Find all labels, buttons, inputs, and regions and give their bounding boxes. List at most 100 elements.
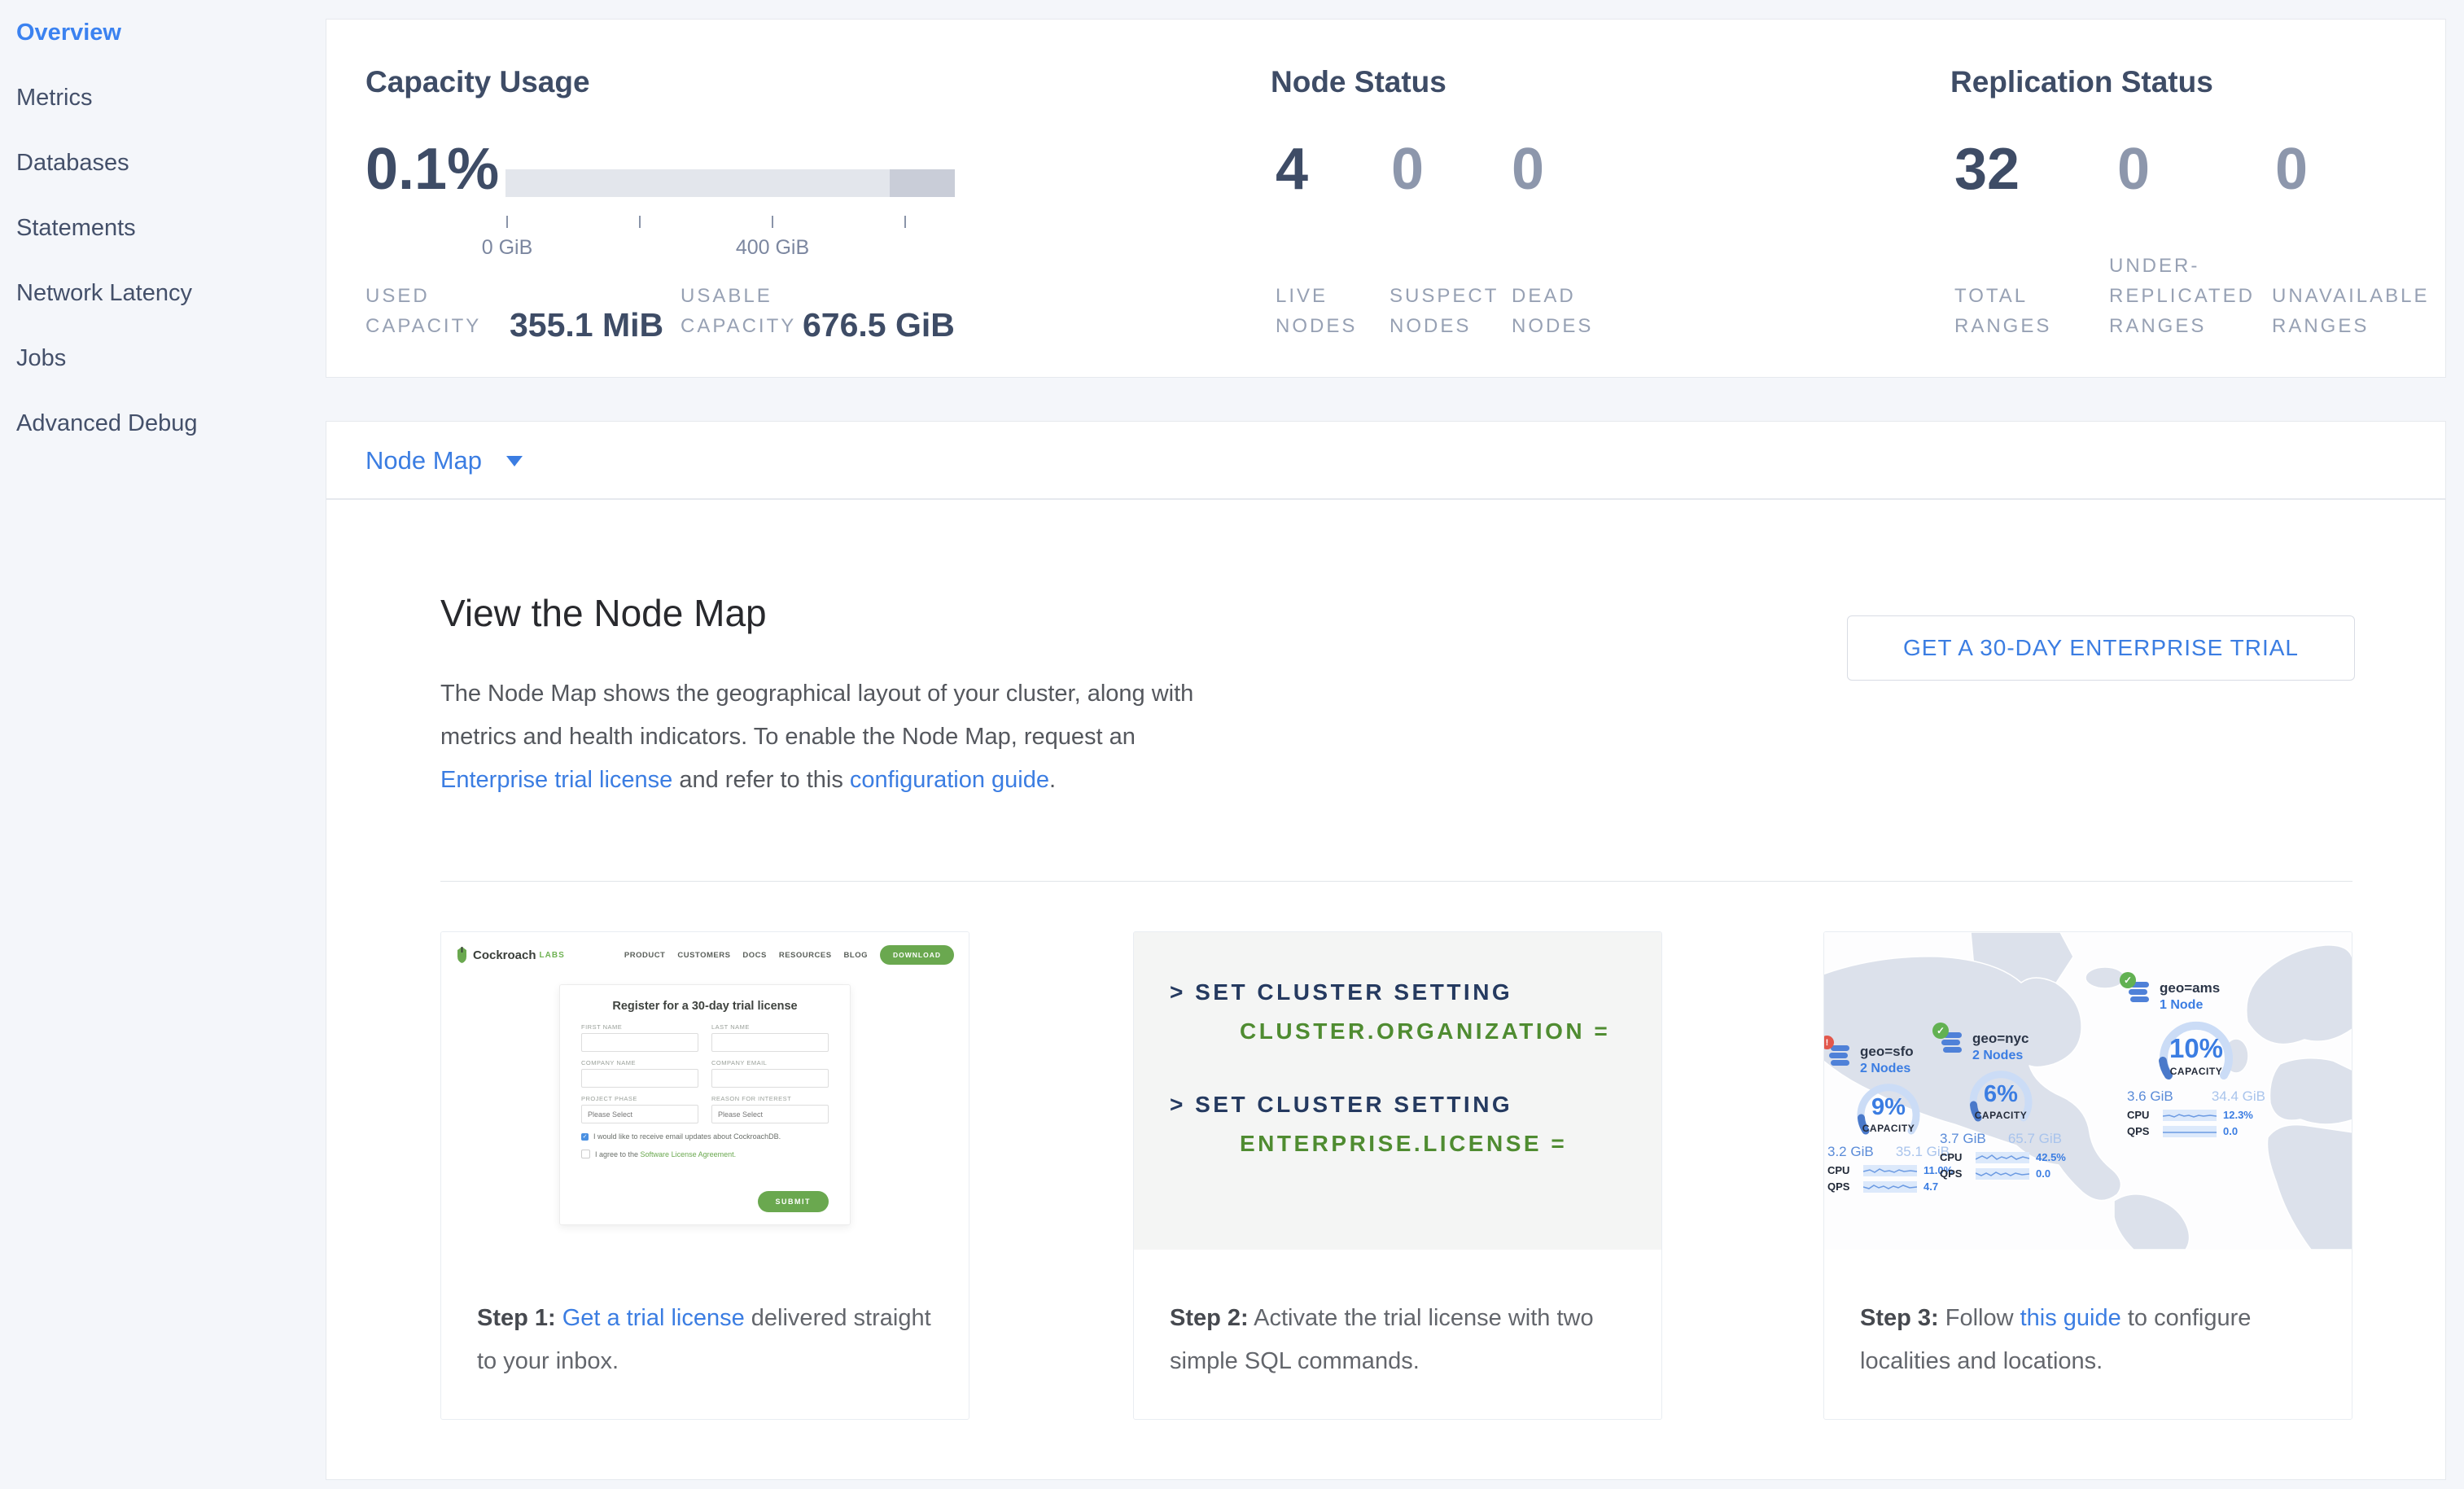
mini-field-select: Please Select bbox=[581, 1105, 698, 1123]
sidebar-item-databases[interactable]: Databases bbox=[0, 130, 326, 195]
capacity-label: CAPACITY bbox=[2127, 1066, 2265, 1077]
capacity-percent: 9% bbox=[1827, 1094, 1950, 1121]
axis-tick bbox=[506, 216, 508, 228]
qps-row: QPS 0.0 bbox=[2127, 1125, 2270, 1137]
locality-name: geo=nyc bbox=[1972, 1030, 2029, 1048]
mini-field: FIRST NAME bbox=[581, 1023, 698, 1052]
sql-snippet: > SET CLUSTER SETTING CLUSTER.ORGANIZATI… bbox=[1134, 932, 1661, 1250]
mini-field-label: COMPANY EMAIL bbox=[711, 1059, 829, 1066]
capacity-usage-title: Capacity Usage bbox=[365, 65, 590, 99]
locality-info: geo=sfo 2 Nodes bbox=[1860, 1043, 1914, 1077]
configuration-guide-link[interactable]: configuration guide bbox=[850, 767, 1049, 793]
suspect-nodes-value: 0 bbox=[1391, 140, 1424, 199]
cpu-row: CPU 12.3% bbox=[2127, 1109, 2270, 1121]
step-text: Follow bbox=[1939, 1305, 2020, 1331]
cpu-sparkline bbox=[2163, 1110, 2217, 1121]
capacity-label: CAPACITY bbox=[1940, 1110, 2062, 1121]
registration-screenshot: Cockroach LABS PRODUCT CUSTOMERS DOCS RE… bbox=[441, 932, 969, 1250]
qps-label: QPS bbox=[2127, 1125, 2156, 1137]
sidebar-item-metrics[interactable]: Metrics bbox=[0, 65, 326, 130]
mini-field-input bbox=[581, 1069, 698, 1088]
this-guide-link[interactable]: this guide bbox=[2020, 1305, 2121, 1331]
healthy-status-icon: ✓ bbox=[1932, 1023, 1949, 1039]
locality-name: geo=sfo bbox=[1860, 1043, 1914, 1061]
sidebar-item-statements[interactable]: Statements bbox=[0, 195, 326, 261]
live-nodes-label: LIVE NODES bbox=[1276, 281, 1373, 341]
unchecked-checkbox-icon bbox=[581, 1150, 590, 1158]
qps-sparkline bbox=[1976, 1168, 2029, 1180]
axis-label-0: 0 GiB bbox=[458, 236, 556, 260]
mini-field-label: COMPANY NAME bbox=[581, 1059, 698, 1066]
locality-info: geo=nyc 2 Nodes bbox=[1972, 1030, 2029, 1064]
nodes-icon: ✓ bbox=[2127, 979, 2151, 1004]
sql-prompt-line: > SET CLUSTER SETTING bbox=[1170, 979, 1661, 1005]
qps-value: 0.0 bbox=[2036, 1167, 2050, 1180]
mini-field: REASON FOR INTERESTPlease Select bbox=[711, 1095, 829, 1123]
step-label: Step 1: bbox=[477, 1305, 556, 1331]
sidebar-item-label: Statements bbox=[16, 215, 136, 242]
mini-field-label: PROJECT PHASE bbox=[581, 1095, 698, 1102]
sidebar-item-overview[interactable]: Overview bbox=[0, 0, 326, 65]
mini-submit-button: SUBMIT bbox=[758, 1191, 829, 1212]
cpu-label: CPU bbox=[1940, 1151, 1969, 1163]
mini-field-label: LAST NAME bbox=[711, 1023, 829, 1031]
node-map-dropdown[interactable]: Node Map bbox=[365, 422, 523, 500]
sql-prompt-line: > SET CLUSTER SETTING bbox=[1170, 1092, 1661, 1118]
axis-tick bbox=[904, 216, 906, 228]
used-capacity-value: 355.1 MiB bbox=[510, 306, 663, 344]
step3-card: ! geo=sfo 2 Nodes 9% CAPACITY 3.2 GiB 35… bbox=[1823, 931, 2352, 1420]
mini-checkbox-row: ✓ I would like to receive email updates a… bbox=[581, 1132, 829, 1141]
get-enterprise-trial-button[interactable]: GET A 30-DAY ENTERPRISE TRIAL bbox=[1847, 615, 2355, 681]
capacity-gauge: 9% CAPACITY bbox=[1827, 1080, 1950, 1142]
mini-checkbox-row: I agree to the Software License Agreemen… bbox=[581, 1150, 829, 1158]
sql-arg-line: ENTERPRISE.LICENSE = bbox=[1240, 1131, 1661, 1157]
dead-nodes-label: DEAD NODES bbox=[1512, 281, 1609, 341]
description-text: . bbox=[1049, 767, 1056, 793]
unavailable-label: UNAVAILABLE RANGES bbox=[2272, 281, 2435, 341]
qps-row: QPS 0.0 bbox=[1940, 1167, 2083, 1180]
sidebar-item-network-latency[interactable]: Network Latency bbox=[0, 261, 326, 326]
node-status-title: Node Status bbox=[1271, 65, 1446, 99]
capacity-range: 3.2 GiB 35.1 GiB bbox=[1827, 1144, 1950, 1160]
under-replicated-value: 0 bbox=[2117, 140, 2150, 199]
sidebar-item-label: Overview bbox=[16, 20, 121, 46]
nodes-icon: ! bbox=[1827, 1043, 1852, 1067]
node-map-preview: ! geo=sfo 2 Nodes 9% CAPACITY 3.2 GiB 35… bbox=[1824, 932, 2352, 1250]
sidebar-item-label: Jobs bbox=[16, 345, 66, 372]
node-map-description: The Node Map shows the geographical layo… bbox=[440, 672, 1234, 802]
qps-sparkline bbox=[1863, 1181, 1917, 1193]
used-gib: 3.7 GiB bbox=[1940, 1131, 1986, 1147]
cpu-value: 42.5% bbox=[2036, 1151, 2066, 1163]
mini-nav-item: PRODUCT bbox=[624, 951, 665, 960]
capacity-label: CAPACITY bbox=[1827, 1123, 1950, 1134]
mini-field: LAST NAME bbox=[711, 1023, 829, 1052]
replication-status-title: Replication Status bbox=[1950, 65, 2213, 99]
get-trial-license-link[interactable]: Get a trial license bbox=[562, 1305, 745, 1331]
sidebar-item-label: Network Latency bbox=[16, 280, 192, 307]
sidebar-item-label: Metrics bbox=[16, 85, 92, 112]
sidebar-item-advanced-debug[interactable]: Advanced Debug bbox=[0, 391, 326, 456]
checked-checkbox-icon: ✓ bbox=[581, 1133, 589, 1141]
mini-nav-item: BLOG bbox=[844, 951, 868, 960]
live-nodes-value: 4 bbox=[1276, 140, 1308, 199]
capacity-percent: 10% bbox=[2127, 1033, 2265, 1064]
locality-nyc: ✓ geo=nyc 2 Nodes 6% CAPACITY 3.7 GiB 65… bbox=[1940, 1030, 2083, 1180]
sidebar-item-jobs[interactable]: Jobs bbox=[0, 326, 326, 391]
description-text: The Node Map shows the geographical layo… bbox=[440, 681, 1193, 750]
enterprise-trial-license-link[interactable]: Enterprise trial license bbox=[440, 767, 672, 793]
healthy-status-icon: ✓ bbox=[2120, 972, 2136, 988]
total-ranges-value: 32 bbox=[1954, 140, 2020, 199]
axis-tick bbox=[772, 216, 773, 228]
mini-site-nav: PRODUCT CUSTOMERS DOCS RESOURCES BLOG bbox=[624, 951, 868, 960]
locality-info: geo=ams 1 Node bbox=[2160, 979, 2220, 1014]
capacity-bar-other-segment bbox=[890, 169, 955, 197]
mini-checkbox-text: I agree to the Software License Agreemen… bbox=[595, 1150, 736, 1158]
nodes-icon: ✓ bbox=[1940, 1030, 1964, 1054]
total-gib: 65.7 GiB bbox=[2008, 1131, 2062, 1147]
sidebar-item-label: Advanced Debug bbox=[16, 410, 198, 437]
locality-node-count: 2 Nodes bbox=[1860, 1061, 1914, 1077]
usable-capacity-label: USABLE CAPACITY bbox=[681, 281, 811, 341]
mini-checkbox-text: I would like to receive email updates ab… bbox=[593, 1132, 781, 1141]
mini-field: COMPANY NAME bbox=[581, 1059, 698, 1088]
step-label: Step 3: bbox=[1860, 1305, 1939, 1331]
